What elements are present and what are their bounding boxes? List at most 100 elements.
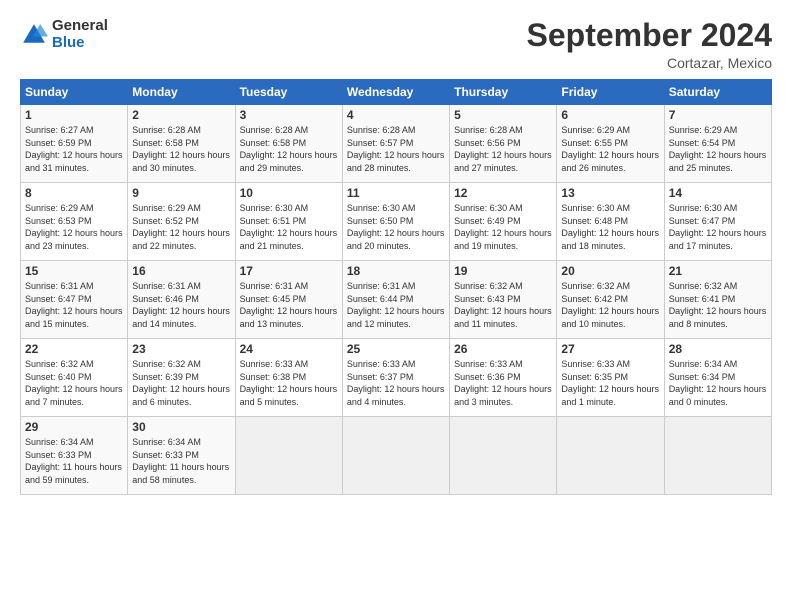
day-number: 15 — [25, 264, 123, 278]
table-cell: 12 Sunrise: 6:30 AMSunset: 6:49 PMDaylig… — [450, 183, 557, 261]
table-cell: 4 Sunrise: 6:28 AMSunset: 6:57 PMDayligh… — [342, 105, 449, 183]
day-number: 17 — [240, 264, 338, 278]
table-cell: 17 Sunrise: 6:31 AMSunset: 6:45 PMDaylig… — [235, 261, 342, 339]
day-detail: Sunrise: 6:32 AMSunset: 6:40 PMDaylight:… — [25, 359, 123, 407]
table-cell: 20 Sunrise: 6:32 AMSunset: 6:42 PMDaylig… — [557, 261, 664, 339]
table-cell: 30 Sunrise: 6:34 AMSunset: 6:33 PMDaylig… — [128, 417, 235, 495]
col-tuesday: Tuesday — [235, 80, 342, 105]
table-cell: 13 Sunrise: 6:30 AMSunset: 6:48 PMDaylig… — [557, 183, 664, 261]
day-number: 27 — [561, 342, 659, 356]
day-detail: Sunrise: 6:32 AMSunset: 6:42 PMDaylight:… — [561, 281, 659, 329]
table-cell: 27 Sunrise: 6:33 AMSunset: 6:35 PMDaylig… — [557, 339, 664, 417]
day-number: 16 — [132, 264, 230, 278]
day-detail: Sunrise: 6:33 AMSunset: 6:36 PMDaylight:… — [454, 359, 552, 407]
table-cell: 21 Sunrise: 6:32 AMSunset: 6:41 PMDaylig… — [664, 261, 771, 339]
day-number: 22 — [25, 342, 123, 356]
day-detail: Sunrise: 6:29 AMSunset: 6:54 PMDaylight:… — [669, 125, 767, 173]
table-cell: 16 Sunrise: 6:31 AMSunset: 6:46 PMDaylig… — [128, 261, 235, 339]
table-cell: 9 Sunrise: 6:29 AMSunset: 6:52 PMDayligh… — [128, 183, 235, 261]
day-detail: Sunrise: 6:29 AMSunset: 6:52 PMDaylight:… — [132, 203, 230, 251]
day-detail: Sunrise: 6:32 AMSunset: 6:43 PMDaylight:… — [454, 281, 552, 329]
day-detail: Sunrise: 6:33 AMSunset: 6:38 PMDaylight:… — [240, 359, 338, 407]
day-number: 25 — [347, 342, 445, 356]
table-cell: 19 Sunrise: 6:32 AMSunset: 6:43 PMDaylig… — [450, 261, 557, 339]
day-number: 24 — [240, 342, 338, 356]
day-detail: Sunrise: 6:30 AMSunset: 6:48 PMDaylight:… — [561, 203, 659, 251]
day-detail: Sunrise: 6:30 AMSunset: 6:51 PMDaylight:… — [240, 203, 338, 251]
day-number: 21 — [669, 264, 767, 278]
day-number: 18 — [347, 264, 445, 278]
table-cell: 14 Sunrise: 6:30 AMSunset: 6:47 PMDaylig… — [664, 183, 771, 261]
day-number: 5 — [454, 108, 552, 122]
day-number: 9 — [132, 186, 230, 200]
table-cell: 25 Sunrise: 6:33 AMSunset: 6:37 PMDaylig… — [342, 339, 449, 417]
day-detail: Sunrise: 6:28 AMSunset: 6:56 PMDaylight:… — [454, 125, 552, 173]
day-detail: Sunrise: 6:32 AMSunset: 6:39 PMDaylight:… — [132, 359, 230, 407]
col-thursday: Thursday — [450, 80, 557, 105]
day-number: 30 — [132, 420, 230, 434]
day-detail: Sunrise: 6:34 AMSunset: 6:33 PMDaylight:… — [132, 437, 229, 485]
table-cell: 26 Sunrise: 6:33 AMSunset: 6:36 PMDaylig… — [450, 339, 557, 417]
table-cell: 23 Sunrise: 6:32 AMSunset: 6:39 PMDaylig… — [128, 339, 235, 417]
day-detail: Sunrise: 6:30 AMSunset: 6:47 PMDaylight:… — [669, 203, 767, 251]
day-detail: Sunrise: 6:33 AMSunset: 6:35 PMDaylight:… — [561, 359, 659, 407]
table-cell: 2 Sunrise: 6:28 AMSunset: 6:58 PMDayligh… — [128, 105, 235, 183]
table-cell: 1 Sunrise: 6:27 AMSunset: 6:59 PMDayligh… — [21, 105, 128, 183]
day-number: 20 — [561, 264, 659, 278]
day-detail: Sunrise: 6:30 AMSunset: 6:50 PMDaylight:… — [347, 203, 445, 251]
calendar-row: 1 Sunrise: 6:27 AMSunset: 6:59 PMDayligh… — [21, 105, 772, 183]
day-number: 7 — [669, 108, 767, 122]
header-row: Sunday Monday Tuesday Wednesday Thursday… — [21, 80, 772, 105]
table-cell — [450, 417, 557, 495]
day-detail: Sunrise: 6:31 AMSunset: 6:47 PMDaylight:… — [25, 281, 123, 329]
calendar-row: 22 Sunrise: 6:32 AMSunset: 6:40 PMDaylig… — [21, 339, 772, 417]
month-title: September 2024 — [527, 18, 772, 53]
col-friday: Friday — [557, 80, 664, 105]
day-detail: Sunrise: 6:34 AMSunset: 6:33 PMDaylight:… — [25, 437, 122, 485]
calendar-table: Sunday Monday Tuesday Wednesday Thursday… — [20, 79, 772, 495]
table-cell — [557, 417, 664, 495]
day-number: 10 — [240, 186, 338, 200]
day-number: 1 — [25, 108, 123, 122]
calendar-row: 15 Sunrise: 6:31 AMSunset: 6:47 PMDaylig… — [21, 261, 772, 339]
day-number: 29 — [25, 420, 123, 434]
table-cell — [664, 417, 771, 495]
day-number: 6 — [561, 108, 659, 122]
table-cell: 18 Sunrise: 6:31 AMSunset: 6:44 PMDaylig… — [342, 261, 449, 339]
day-number: 23 — [132, 342, 230, 356]
col-monday: Monday — [128, 80, 235, 105]
table-cell: 11 Sunrise: 6:30 AMSunset: 6:50 PMDaylig… — [342, 183, 449, 261]
table-cell: 24 Sunrise: 6:33 AMSunset: 6:38 PMDaylig… — [235, 339, 342, 417]
table-cell: 6 Sunrise: 6:29 AMSunset: 6:55 PMDayligh… — [557, 105, 664, 183]
day-detail: Sunrise: 6:31 AMSunset: 6:44 PMDaylight:… — [347, 281, 445, 329]
day-number: 4 — [347, 108, 445, 122]
table-cell: 7 Sunrise: 6:29 AMSunset: 6:54 PMDayligh… — [664, 105, 771, 183]
day-number: 11 — [347, 186, 445, 200]
logo: General Blue — [20, 18, 108, 51]
day-number: 13 — [561, 186, 659, 200]
table-cell: 3 Sunrise: 6:28 AMSunset: 6:58 PMDayligh… — [235, 105, 342, 183]
location: Cortazar, Mexico — [527, 55, 772, 71]
day-detail: Sunrise: 6:32 AMSunset: 6:41 PMDaylight:… — [669, 281, 767, 329]
table-cell: 22 Sunrise: 6:32 AMSunset: 6:40 PMDaylig… — [21, 339, 128, 417]
table-cell — [235, 417, 342, 495]
day-number: 3 — [240, 108, 338, 122]
logo-blue: Blue — [52, 35, 108, 52]
table-cell — [342, 417, 449, 495]
day-number: 26 — [454, 342, 552, 356]
title-block: September 2024 Cortazar, Mexico — [527, 18, 772, 71]
table-cell: 10 Sunrise: 6:30 AMSunset: 6:51 PMDaylig… — [235, 183, 342, 261]
day-number: 28 — [669, 342, 767, 356]
day-detail: Sunrise: 6:28 AMSunset: 6:58 PMDaylight:… — [240, 125, 338, 173]
day-number: 19 — [454, 264, 552, 278]
logo-icon — [20, 21, 48, 49]
day-number: 8 — [25, 186, 123, 200]
page: General Blue September 2024 Cortazar, Me… — [0, 0, 792, 612]
table-cell: 5 Sunrise: 6:28 AMSunset: 6:56 PMDayligh… — [450, 105, 557, 183]
day-detail: Sunrise: 6:29 AMSunset: 6:53 PMDaylight:… — [25, 203, 123, 251]
day-detail: Sunrise: 6:29 AMSunset: 6:55 PMDaylight:… — [561, 125, 659, 173]
logo-general: General — [52, 18, 108, 35]
logo-text: General Blue — [52, 18, 108, 51]
day-detail: Sunrise: 6:27 AMSunset: 6:59 PMDaylight:… — [25, 125, 123, 173]
calendar-body: 1 Sunrise: 6:27 AMSunset: 6:59 PMDayligh… — [21, 105, 772, 495]
